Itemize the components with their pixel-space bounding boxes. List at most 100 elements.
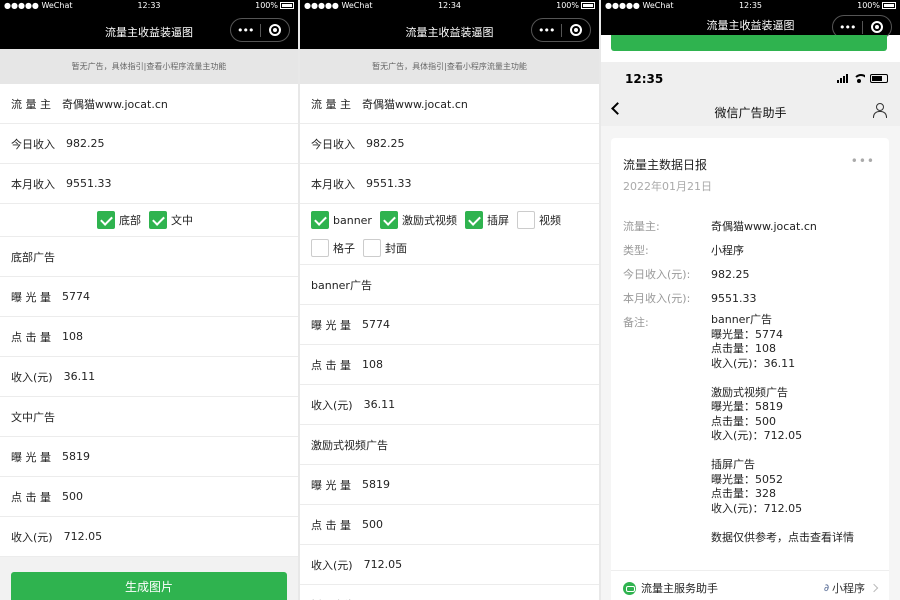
note-line: 曝光量：5819 — [711, 400, 783, 413]
list-row: 点 击 量 108 — [300, 345, 599, 385]
row-label: 插屏广告 — [311, 597, 355, 600]
field-value: 小程序 — [711, 244, 744, 257]
list-row: 收入(元) 712.05 — [0, 517, 298, 557]
note-line: 点击量：500 — [711, 414, 776, 428]
row-label: banner广告 — [311, 278, 372, 292]
field-key: 类型: — [623, 244, 649, 257]
row-label: 收入(元) — [311, 398, 353, 412]
report-note: banner广告 曝光量：5774 点击量：108 收入(元)：36.11 激励式视频广… — [711, 313, 854, 545]
battery-icon — [280, 2, 294, 9]
field-value: 奇偶猫www.jocat.cn — [711, 220, 817, 233]
status-time: 12:33 — [137, 1, 161, 10]
checkbox-label: 插屏 — [486, 214, 509, 227]
generate-image-button-partial[interactable] — [611, 35, 887, 51]
row-value: 5819 — [362, 478, 390, 491]
list-row: 流 量 主奇偶猫www.jocat.cn — [0, 84, 298, 124]
ad-type-checkbox[interactable]: 激励式视频 — [379, 211, 457, 229]
more-icon[interactable]: ••• — [833, 21, 862, 34]
list-row: 点 击 量 500 — [0, 477, 298, 517]
list-row: 收入(元) 712.05 — [300, 545, 599, 585]
row-label: 点 击 量 — [11, 490, 51, 504]
row-value: 712.05 — [63, 530, 103, 543]
ad-notice[interactable]: 暂无广告，具体指引|查看小程序流量主功能 — [300, 49, 599, 84]
checkbox-checked-icon[interactable] — [97, 211, 115, 229]
note-line: 曝光量：5774 — [711, 327, 783, 341]
battery-percent: 100% — [255, 1, 278, 10]
row-value: 982.25 — [66, 137, 105, 150]
note-line: 点击量：108 — [711, 342, 776, 355]
checkbox-label: banner — [333, 213, 372, 227]
row-label: 点 击 量 — [311, 358, 351, 372]
row-label: 流 量 主 — [311, 97, 351, 111]
ad-type-checkbox[interactable]: 插屏 — [464, 211, 509, 229]
report-title: 流量主数据日报 — [623, 158, 708, 172]
close-miniprogram-icon[interactable] — [562, 24, 591, 36]
chevron-right-icon — [869, 583, 879, 593]
note-line: 数据仅供参考，点击查看详情 — [711, 530, 854, 544]
more-icon[interactable]: ••• — [851, 154, 875, 168]
row-label: 本月收入 — [311, 177, 355, 191]
checkbox-empty-icon[interactable] — [516, 211, 535, 229]
row-label: 文中广告 — [11, 410, 55, 424]
checkbox-label: 文中 — [171, 214, 193, 227]
list-row: 曝 光 量 5774 — [0, 277, 298, 317]
checkbox-checked-icon[interactable] — [311, 211, 329, 229]
checkbox-checked-icon[interactable] — [149, 211, 167, 229]
ad-type-checkbox[interactable]: banner — [311, 211, 372, 229]
ad-notice[interactable]: 暂无广告，具体指引|查看小程序流量主功能 — [0, 49, 298, 84]
checkbox-empty-icon[interactable] — [311, 239, 329, 257]
close-miniprogram-icon[interactable] — [863, 21, 892, 33]
field-key: 备注: — [623, 316, 649, 329]
field-value: 982.25 — [711, 268, 750, 281]
row-label: 曝 光 量 — [11, 290, 51, 304]
nav-bar: 流量主收益装逼图 ••• — [601, 13, 900, 39]
list-row: 曝 光 量 5774 — [300, 305, 599, 345]
checkbox-checked-icon[interactable] — [379, 211, 398, 229]
ad-type-checkbox[interactable]: 底部 — [97, 211, 141, 229]
checkbox-label: 激励式视频 — [401, 214, 457, 227]
row-value: 5774 — [62, 290, 90, 303]
card-footer[interactable]: 流量主服务助手 ∂ 小程序 — [611, 570, 889, 600]
row-label: 本月收入 — [11, 177, 55, 191]
row-value: 5819 — [62, 450, 90, 463]
field-key: 流量主: — [623, 220, 660, 233]
row-label: 收入(元) — [11, 370, 53, 384]
list-row: 本月收入 9551.33 — [300, 164, 599, 204]
user-profile-icon[interactable] — [872, 103, 887, 118]
list-row: 本月收入 9551.33 — [0, 164, 298, 204]
battery-percent: 100% — [556, 1, 579, 10]
ios-time: 12:35 — [625, 72, 664, 86]
ad-type-checkbox[interactable]: 视频 — [516, 211, 561, 229]
wifi-icon — [853, 74, 865, 83]
checkbox-empty-icon[interactable] — [363, 239, 381, 257]
checkbox-checked-icon[interactable] — [464, 211, 483, 229]
section-header: 插屏广告 — [300, 585, 599, 600]
generate-image-button[interactable]: 生成图片 — [11, 572, 287, 600]
report-field: 今日收入(元): 982.25 — [623, 266, 750, 282]
capsule-menu: ••• — [531, 18, 591, 42]
signal-icon — [837, 74, 848, 83]
ad-type-checkbox[interactable]: 格子 — [311, 239, 355, 257]
row-label: 流 量 主 — [11, 97, 51, 111]
battery-icon — [581, 2, 595, 9]
field-value: 9551.33 — [711, 292, 757, 305]
chat-nav-bar: 微信广告助手 — [601, 98, 900, 126]
ad-type-checkbox[interactable]: 封面 — [363, 239, 407, 257]
status-bar: ●●●●● WeChat 12:33 100% — [0, 0, 298, 13]
screen-2: ●●●●● WeChat 12:34 100% 流量主收益装逼图 ••• 暂无广… — [300, 0, 599, 600]
row-label: 点 击 量 — [11, 330, 51, 344]
report-card[interactable]: 流量主数据日报 2022年01月21日 ••• 流量主: 奇偶猫www.jocat… — [611, 138, 889, 600]
ad-type-checkbox[interactable]: 文中 — [149, 211, 193, 229]
status-time: 12:35 — [738, 1, 763, 10]
more-icon[interactable]: ••• — [231, 24, 260, 37]
note-line: 曝光量：5052 — [711, 472, 783, 486]
battery-icon — [870, 74, 888, 83]
note-line: 点击量：328 — [711, 487, 776, 500]
row-value: 108 — [62, 330, 83, 343]
more-icon[interactable]: ••• — [532, 24, 561, 37]
list-row: 今日收入 982.25 — [0, 124, 298, 164]
report-field: 本月收入(元): 9551.33 — [623, 290, 757, 306]
close-miniprogram-icon[interactable] — [261, 24, 290, 36]
row-value: 奇偶猫www.jocat.cn — [362, 97, 468, 111]
screen-1: ●●●●● WeChat 12:33 100% 流量主收益装逼图 ••• 暂无广… — [0, 0, 298, 600]
